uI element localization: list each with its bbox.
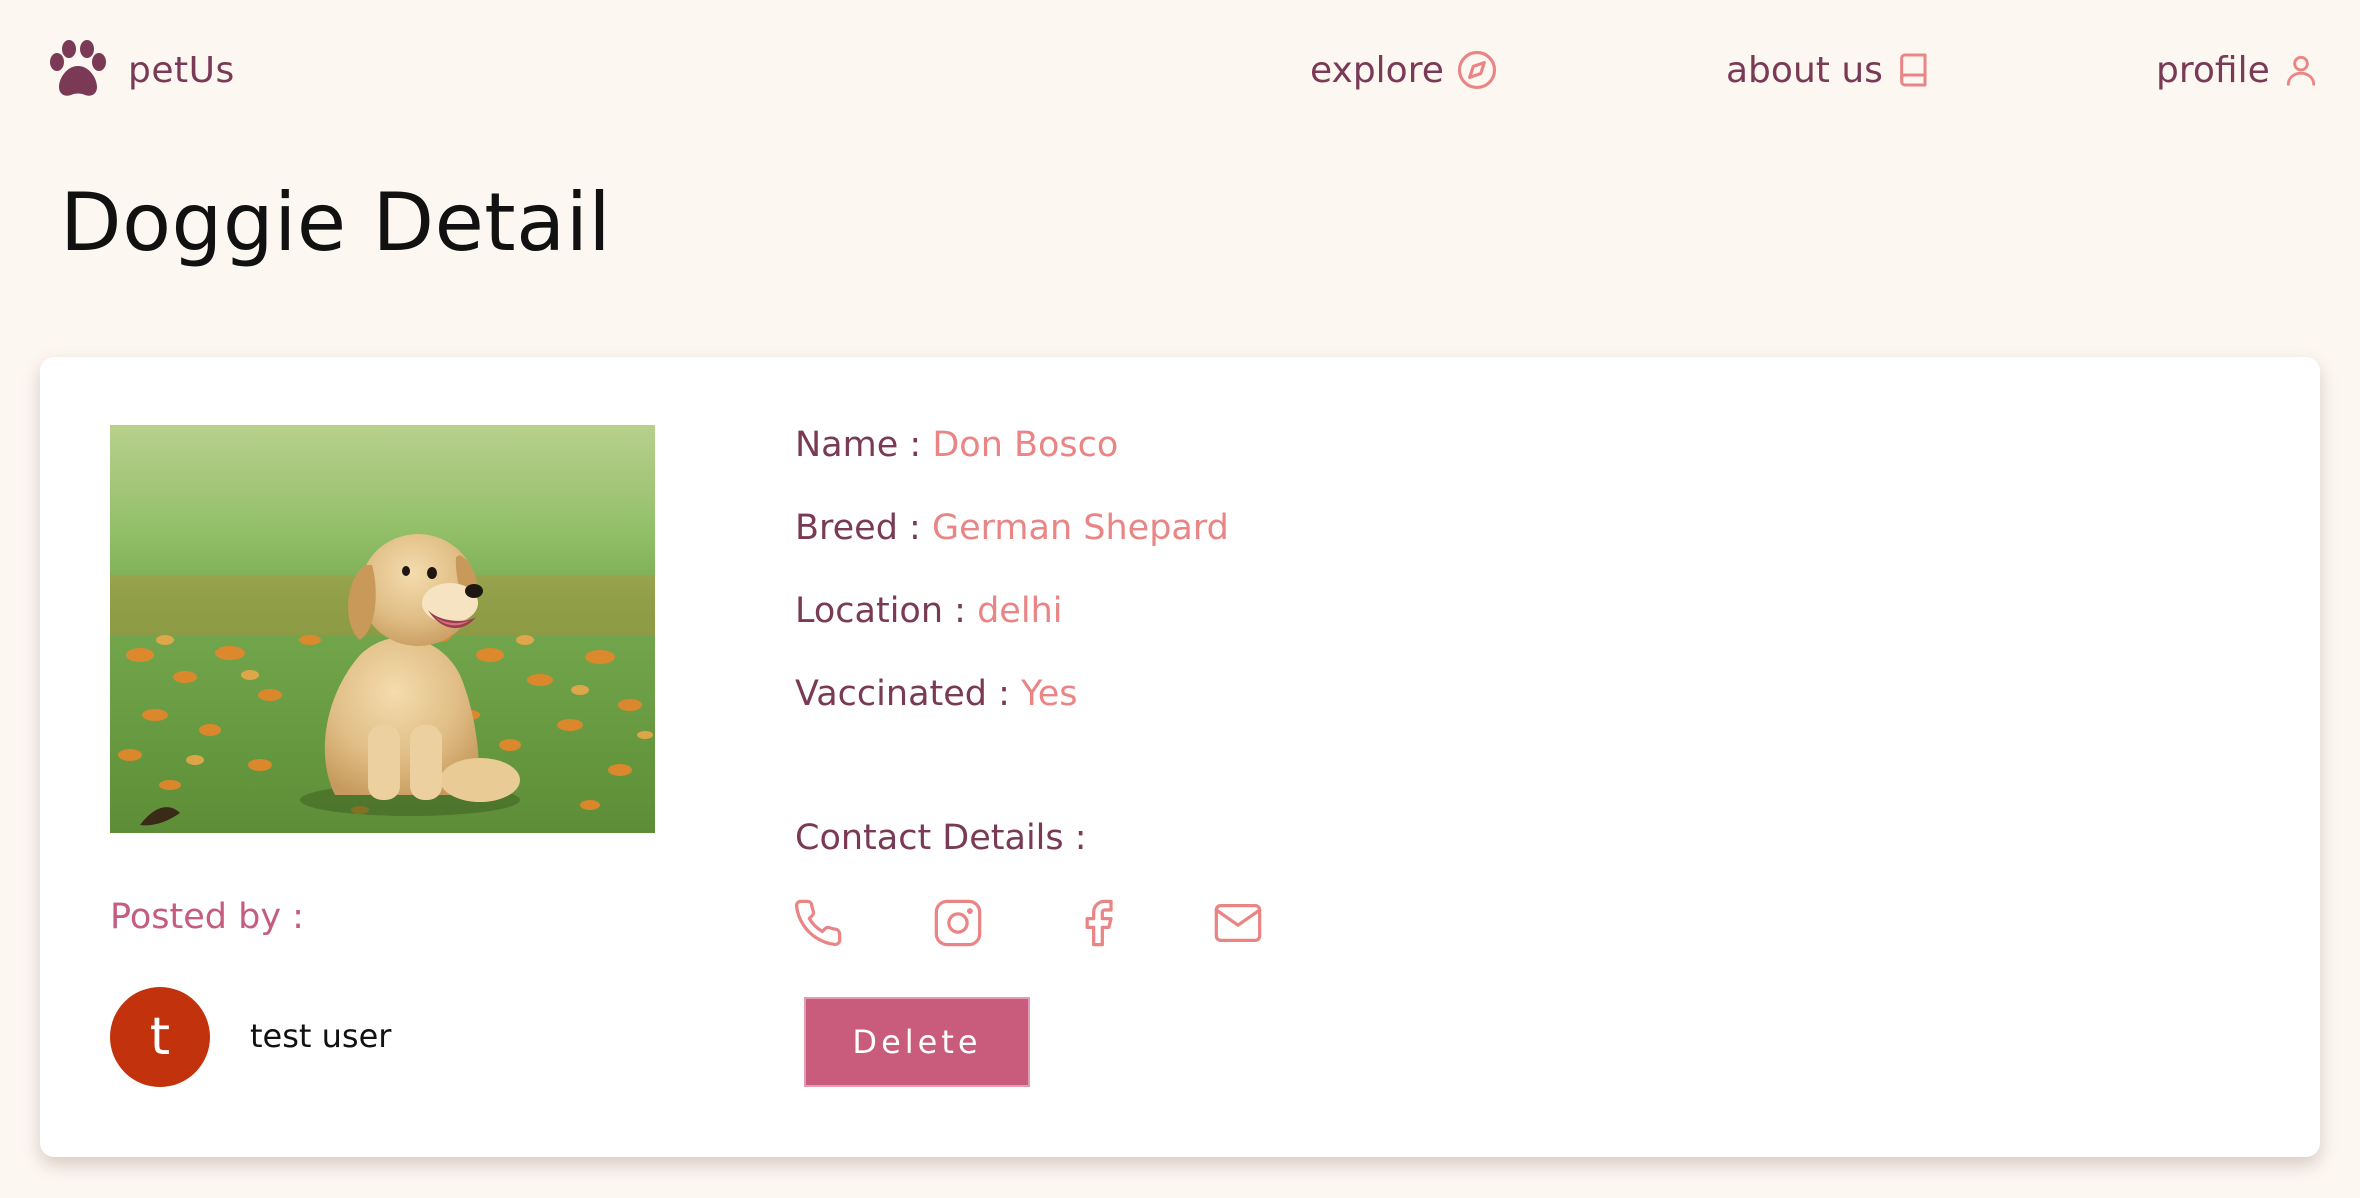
detail-row-vaccinated: Vaccinated : Yes bbox=[795, 674, 1078, 714]
nav-profile[interactable]: profile bbox=[2156, 36, 2320, 104]
poster-name: test user bbox=[250, 1017, 392, 1055]
mail-icon[interactable] bbox=[1212, 897, 1264, 949]
nav-about-label: about us bbox=[1726, 49, 1883, 91]
delete-button[interactable]: Delete bbox=[804, 997, 1030, 1087]
nav-explore-label: explore bbox=[1310, 49, 1444, 91]
detail-row-location: Location : delhi bbox=[795, 591, 1062, 631]
detail-value: Yes bbox=[1021, 674, 1078, 714]
page-title: Doggie Detail bbox=[60, 176, 612, 269]
brand-name: petUs bbox=[128, 49, 235, 91]
detail-value: delhi bbox=[977, 591, 1063, 631]
detail-row-name: Name : Don Bosco bbox=[795, 425, 1118, 465]
dog-detail-card: Posted by : t test user Name : Don Bosco… bbox=[40, 357, 2320, 1157]
puppy-image bbox=[110, 425, 655, 833]
detail-label: Vaccinated : bbox=[795, 674, 1010, 714]
posted-by-label: Posted by : bbox=[110, 897, 304, 937]
detail-label: Name : bbox=[795, 425, 922, 465]
facebook-icon[interactable] bbox=[1072, 897, 1124, 949]
book-icon bbox=[1900, 53, 1927, 87]
avatar: t bbox=[110, 987, 210, 1087]
detail-row-breed: Breed : German Shepard bbox=[795, 508, 1229, 548]
phone-icon[interactable] bbox=[792, 897, 844, 949]
compass-icon bbox=[1457, 50, 1496, 90]
user-icon bbox=[2286, 55, 2315, 86]
detail-value: Don Bosco bbox=[932, 425, 1119, 465]
contact-details-label: Contact Details : bbox=[795, 818, 1087, 858]
nav-about-us[interactable]: about us bbox=[1726, 36, 1935, 104]
paw-icon bbox=[50, 40, 106, 96]
nav-profile-label: profile bbox=[2156, 49, 2270, 91]
nav-explore[interactable]: explore bbox=[1310, 36, 1498, 104]
detail-label: Breed : bbox=[795, 508, 921, 548]
detail-label: Location : bbox=[795, 591, 966, 631]
navbar: petUs explore about us profile bbox=[0, 0, 2360, 140]
brand-link[interactable]: petUs bbox=[46, 36, 235, 104]
dog-photo bbox=[110, 425, 655, 833]
instagram-icon[interactable] bbox=[932, 897, 984, 949]
detail-value: German Shepard bbox=[931, 508, 1229, 548]
